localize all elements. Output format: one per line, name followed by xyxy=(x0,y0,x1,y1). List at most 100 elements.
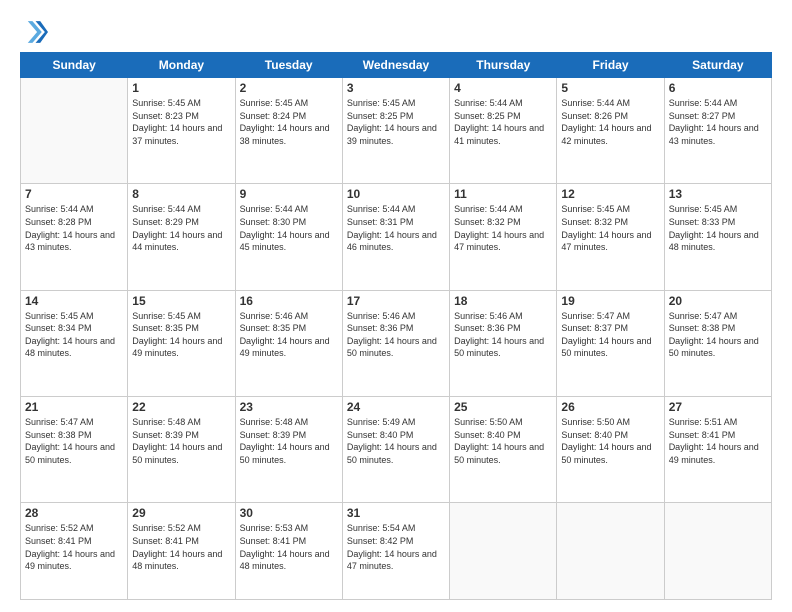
day-cell: 17 Sunrise: 5:46 AM Sunset: 8:36 PM Dayli… xyxy=(342,290,449,396)
day-cell: 29 Sunrise: 5:52 AM Sunset: 8:41 PM Dayli… xyxy=(128,503,235,600)
day-info: Sunrise: 5:44 AM Sunset: 8:28 PM Dayligh… xyxy=(25,203,123,253)
day-cell: 20 Sunrise: 5:47 AM Sunset: 8:38 PM Dayli… xyxy=(664,290,771,396)
day-cell: 16 Sunrise: 5:46 AM Sunset: 8:35 PM Dayli… xyxy=(235,290,342,396)
day-number: 8 xyxy=(132,187,230,201)
week-row-4: 21 Sunrise: 5:47 AM Sunset: 8:38 PM Dayli… xyxy=(21,396,772,502)
calendar-table: SundayMondayTuesdayWednesdayThursdayFrid… xyxy=(20,52,772,600)
day-number: 2 xyxy=(240,81,338,95)
day-cell: 19Sunrise: 5:47 AM Sunset: 8:37 PM Dayli… xyxy=(557,290,664,396)
day-number: 12 xyxy=(561,187,659,201)
day-info: Sunrise: 5:45 AM Sunset: 8:33 PM Dayligh… xyxy=(669,203,767,253)
day-info: Sunrise: 5:44 AM Sunset: 8:32 PM Dayligh… xyxy=(454,203,552,253)
day-number: 27 xyxy=(669,400,767,414)
logo-icon xyxy=(20,18,48,46)
page: SundayMondayTuesdayWednesdayThursdayFrid… xyxy=(0,0,792,612)
day-info: Sunrise: 5:44 AM Sunset: 8:29 PM Dayligh… xyxy=(132,203,230,253)
weekday-header-saturday: Saturday xyxy=(664,53,771,78)
day-number: 21 xyxy=(25,400,123,414)
day-cell: 15 Sunrise: 5:45 AM Sunset: 8:35 PM Dayli… xyxy=(128,290,235,396)
day-number: 1 xyxy=(132,81,230,95)
day-info: Sunrise: 5:52 AM Sunset: 8:41 PM Dayligh… xyxy=(132,522,230,572)
day-info: Sunrise: 5:54 AM Sunset: 8:42 PM Dayligh… xyxy=(347,522,445,572)
day-info: Sunrise: 5:47 AM Sunset: 8:38 PM Dayligh… xyxy=(25,416,123,466)
day-cell: 31 Sunrise: 5:54 AM Sunset: 8:42 PM Dayli… xyxy=(342,503,449,600)
weekday-header-monday: Monday xyxy=(128,53,235,78)
day-cell: 28 Sunrise: 5:52 AM Sunset: 8:41 PM Dayli… xyxy=(21,503,128,600)
week-row-5: 28 Sunrise: 5:52 AM Sunset: 8:41 PM Dayli… xyxy=(21,503,772,600)
day-number: 14 xyxy=(25,294,123,308)
day-number: 6 xyxy=(669,81,767,95)
day-number: 26 xyxy=(561,400,659,414)
day-cell: 1 Sunrise: 5:45 AM Sunset: 8:23 PM Daylig… xyxy=(128,78,235,184)
day-info: Sunrise: 5:45 AM Sunset: 8:23 PM Dayligh… xyxy=(132,97,230,147)
day-cell: 5 Sunrise: 5:44 AM Sunset: 8:26 PM Daylig… xyxy=(557,78,664,184)
day-info: Sunrise: 5:52 AM Sunset: 8:41 PM Dayligh… xyxy=(25,522,123,572)
day-cell xyxy=(664,503,771,600)
day-number: 16 xyxy=(240,294,338,308)
day-number: 10 xyxy=(347,187,445,201)
day-info: Sunrise: 5:45 AM Sunset: 8:32 PM Dayligh… xyxy=(561,203,659,253)
day-number: 5 xyxy=(561,81,659,95)
day-cell: 23 Sunrise: 5:48 AM Sunset: 8:39 PM Dayli… xyxy=(235,396,342,502)
day-number: 22 xyxy=(132,400,230,414)
day-info: Sunrise: 5:44 AM Sunset: 8:30 PM Dayligh… xyxy=(240,203,338,253)
day-cell xyxy=(21,78,128,184)
day-number: 23 xyxy=(240,400,338,414)
day-number: 24 xyxy=(347,400,445,414)
day-info: Sunrise: 5:49 AM Sunset: 8:40 PM Dayligh… xyxy=(347,416,445,466)
day-number: 17 xyxy=(347,294,445,308)
day-number: 28 xyxy=(25,506,123,520)
day-info: Sunrise: 5:50 AM Sunset: 8:40 PM Dayligh… xyxy=(454,416,552,466)
day-number: 29 xyxy=(132,506,230,520)
day-number: 13 xyxy=(669,187,767,201)
day-cell: 30Sunrise: 5:53 AM Sunset: 8:41 PM Dayli… xyxy=(235,503,342,600)
day-info: Sunrise: 5:44 AM Sunset: 8:27 PM Dayligh… xyxy=(669,97,767,147)
day-cell: 12 Sunrise: 5:45 AM Sunset: 8:32 PM Dayli… xyxy=(557,184,664,290)
day-number: 9 xyxy=(240,187,338,201)
day-info: Sunrise: 5:45 AM Sunset: 8:34 PM Dayligh… xyxy=(25,310,123,360)
day-info: Sunrise: 5:53 AM Sunset: 8:41 PM Dayligh… xyxy=(240,522,338,572)
week-row-1: 1 Sunrise: 5:45 AM Sunset: 8:23 PM Daylig… xyxy=(21,78,772,184)
day-cell: 27 Sunrise: 5:51 AM Sunset: 8:41 PM Dayli… xyxy=(664,396,771,502)
week-row-3: 14 Sunrise: 5:45 AM Sunset: 8:34 PM Dayli… xyxy=(21,290,772,396)
day-number: 4 xyxy=(454,81,552,95)
day-cell: 24 Sunrise: 5:49 AM Sunset: 8:40 PM Dayli… xyxy=(342,396,449,502)
day-info: Sunrise: 5:45 AM Sunset: 8:25 PM Dayligh… xyxy=(347,97,445,147)
day-cell: 26 Sunrise: 5:50 AM Sunset: 8:40 PM Dayli… xyxy=(557,396,664,502)
day-number: 7 xyxy=(25,187,123,201)
day-info: Sunrise: 5:45 AM Sunset: 8:35 PM Dayligh… xyxy=(132,310,230,360)
day-cell xyxy=(557,503,664,600)
day-number: 25 xyxy=(454,400,552,414)
weekday-header-friday: Friday xyxy=(557,53,664,78)
day-cell: 8 Sunrise: 5:44 AM Sunset: 8:29 PM Daylig… xyxy=(128,184,235,290)
day-info: Sunrise: 5:46 AM Sunset: 8:35 PM Dayligh… xyxy=(240,310,338,360)
day-number: 15 xyxy=(132,294,230,308)
day-info: Sunrise: 5:50 AM Sunset: 8:40 PM Dayligh… xyxy=(561,416,659,466)
day-number: 20 xyxy=(669,294,767,308)
day-number: 31 xyxy=(347,506,445,520)
day-info: Sunrise: 5:44 AM Sunset: 8:31 PM Dayligh… xyxy=(347,203,445,253)
day-cell: 2 Sunrise: 5:45 AM Sunset: 8:24 PM Daylig… xyxy=(235,78,342,184)
week-row-2: 7 Sunrise: 5:44 AM Sunset: 8:28 PM Daylig… xyxy=(21,184,772,290)
day-cell: 13 Sunrise: 5:45 AM Sunset: 8:33 PM Dayli… xyxy=(664,184,771,290)
day-number: 11 xyxy=(454,187,552,201)
header xyxy=(20,18,772,46)
day-info: Sunrise: 5:46 AM Sunset: 8:36 PM Dayligh… xyxy=(454,310,552,360)
day-number: 18 xyxy=(454,294,552,308)
day-info: Sunrise: 5:45 AM Sunset: 8:24 PM Dayligh… xyxy=(240,97,338,147)
day-cell: 6 Sunrise: 5:44 AM Sunset: 8:27 PM Daylig… xyxy=(664,78,771,184)
day-cell: 11 Sunrise: 5:44 AM Sunset: 8:32 PM Dayli… xyxy=(450,184,557,290)
day-info: Sunrise: 5:47 AM Sunset: 8:37 PM Dayligh… xyxy=(561,310,659,360)
day-cell: 9 Sunrise: 5:44 AM Sunset: 8:30 PM Daylig… xyxy=(235,184,342,290)
day-info: Sunrise: 5:51 AM Sunset: 8:41 PM Dayligh… xyxy=(669,416,767,466)
day-cell: 4Sunrise: 5:44 AM Sunset: 8:25 PM Daylig… xyxy=(450,78,557,184)
day-info: Sunrise: 5:46 AM Sunset: 8:36 PM Dayligh… xyxy=(347,310,445,360)
weekday-header-wednesday: Wednesday xyxy=(342,53,449,78)
day-cell xyxy=(450,503,557,600)
weekday-header-thursday: Thursday xyxy=(450,53,557,78)
day-info: Sunrise: 5:44 AM Sunset: 8:26 PM Dayligh… xyxy=(561,97,659,147)
day-info: Sunrise: 5:47 AM Sunset: 8:38 PM Dayligh… xyxy=(669,310,767,360)
weekday-header-sunday: Sunday xyxy=(21,53,128,78)
day-info: Sunrise: 5:48 AM Sunset: 8:39 PM Dayligh… xyxy=(240,416,338,466)
weekday-header-tuesday: Tuesday xyxy=(235,53,342,78)
